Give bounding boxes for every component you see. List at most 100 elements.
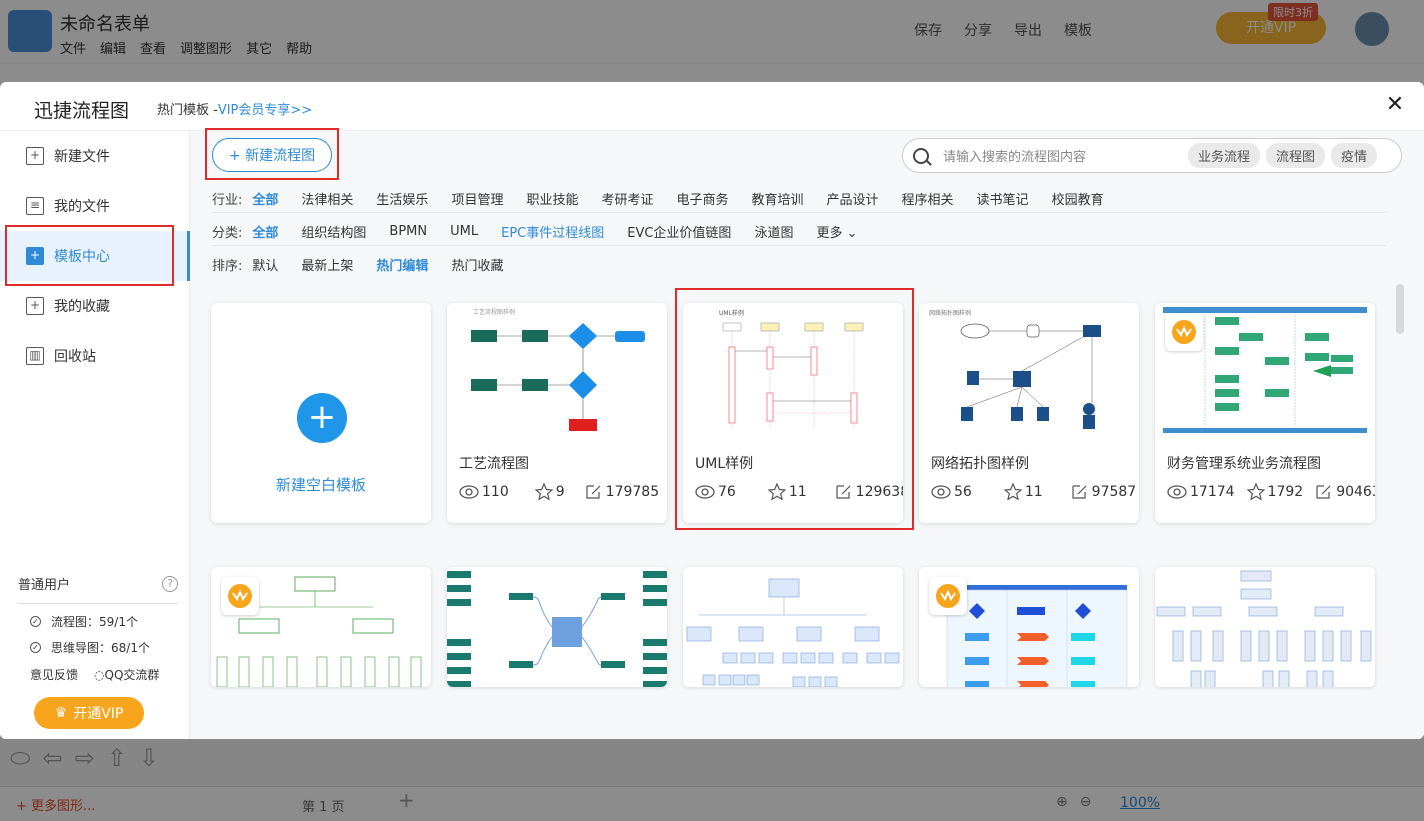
eye-icon <box>1167 484 1187 499</box>
help-icon[interactable]: ? <box>162 575 178 592</box>
qq-group-link[interactable]: ◌QQ交流群 <box>94 666 159 683</box>
crown-icon <box>1172 320 1196 344</box>
edits-stat: 90463 <box>1315 483 1375 500</box>
views-count: 17174 <box>1190 483 1235 500</box>
template-card[interactable] <box>919 567 1139 687</box>
template-thumbnail: 工艺流程图样例 <box>471 308 645 431</box>
filter-option[interactable]: 教育培训 <box>752 189 804 208</box>
plus-icon: + <box>297 393 347 443</box>
template-thumbnail <box>686 578 900 687</box>
template-card[interactable]: 网络拓扑图样例 网络拓扑图样例 56 11 97587 <box>919 303 1139 523</box>
vip-exclusive-link[interactable]: VIP会员专享>> <box>218 103 312 118</box>
sort-option[interactable]: 最新上架 <box>301 255 353 274</box>
filter-option[interactable]: 全部 <box>252 189 278 208</box>
new-flowchart-button[interactable]: + 新建流程图 <box>212 138 332 172</box>
stars-stat[interactable]: 11 <box>767 483 807 500</box>
search-input[interactable]: 请输入搜索的流程图内容 <box>943 146 1188 165</box>
thumb-title: 网络拓扑图样例 <box>929 309 971 317</box>
sidebar-item-new-file[interactable]: + 新建文件 <box>0 131 190 181</box>
close-icon[interactable]: ✕ <box>1383 92 1407 118</box>
template-card[interactable] <box>211 567 431 687</box>
search-tag[interactable]: 疫情 <box>1331 143 1378 168</box>
template-thumbnail <box>447 571 667 687</box>
stars-stat[interactable]: 11 <box>1003 483 1043 500</box>
filter-option[interactable]: 考研考证 <box>601 189 653 208</box>
modal-brand: 迅捷流程图 <box>34 100 130 122</box>
stars-count: 9 <box>555 483 565 500</box>
filter-option[interactable]: EVC企业价值链图 <box>627 222 731 241</box>
edit-icon <box>1316 485 1331 499</box>
filter-label: 分类: <box>212 226 243 241</box>
edits-count: 90463 <box>1336 483 1375 500</box>
sidebar-item-label: 我的收藏 <box>54 299 110 315</box>
template-card[interactable]: 财务管理系统业务流程图 17174 1792 90463 <box>1155 303 1375 523</box>
sidebar-item-my-files[interactable]: ≡ 我的文件 <box>0 181 190 231</box>
new-blank-template-card[interactable]: + 新建空白模板 <box>211 303 431 523</box>
filter-label: 行业: <box>212 193 243 208</box>
check-icon: ✓ <box>30 642 41 653</box>
crown-icon <box>228 584 252 608</box>
filter-option[interactable]: 生活娱乐 <box>376 189 428 208</box>
template-stats: 56 11 97587 <box>931 483 1139 500</box>
filter-option[interactable]: 全部 <box>252 222 278 241</box>
quota-mindmap-text: 思维导图：68/1个 <box>51 641 150 655</box>
filter-option[interactable]: 项目管理 <box>451 189 503 208</box>
sidebar-item-template-center[interactable]: + 模板中心 <box>0 231 190 281</box>
views-count: 110 <box>482 483 509 500</box>
template-card[interactable]: 工艺流程图样例 工艺流程图 110 9 179785 <box>447 303 667 523</box>
sort-option[interactable]: 热门收藏 <box>451 255 503 274</box>
template-card[interactable] <box>1155 567 1375 687</box>
my-files-icon: ≡ <box>26 197 44 215</box>
template-card[interactable] <box>683 567 903 687</box>
sidebar-vip-button[interactable]: ♛ 开通VIP <box>34 697 144 729</box>
edits-count: 129638 <box>855 483 903 500</box>
filter-option[interactable]: 组织结构图 <box>301 222 366 241</box>
filter-option[interactable]: 程序相关 <box>902 189 954 208</box>
filter-option[interactable]: 校园教育 <box>1052 189 1104 208</box>
edit-icon <box>1072 485 1087 499</box>
sidebar-item-favorites[interactable]: + 我的收藏 <box>0 281 190 331</box>
filter-option[interactable]: 读书笔记 <box>977 189 1029 208</box>
template-card[interactable]: UML样例 UML样例 76 11 129638 <box>683 303 903 523</box>
views-stat: 56 <box>931 484 972 500</box>
filter-option[interactable]: 泳道图 <box>754 222 793 241</box>
modal-header: 迅捷流程图 热门模板 -VIP会员专享>> ✕ <box>0 82 1424 131</box>
template-title: 财务管理系统业务流程图 <box>1167 456 1321 472</box>
template-main: + 新建流程图 请输入搜索的流程图内容 业务流程 流程图 疫情 行业: 全部 法… <box>190 131 1424 739</box>
vip-crown-badge <box>221 577 259 615</box>
filter-label: 排序: <box>212 259 243 274</box>
sort-option[interactable]: 热门编辑 <box>376 255 428 274</box>
quota-flowchart: ✓ 流程图：59/1个 <box>18 613 178 630</box>
filter-option[interactable]: 电子商务 <box>676 189 728 208</box>
stars-count: 1792 <box>1267 483 1304 500</box>
edit-icon <box>836 485 851 499</box>
stars-stat[interactable]: 9 <box>534 483 565 500</box>
feedback-link[interactable]: 意见反馈 <box>30 666 78 683</box>
new-blank-template-label: 新建空白模板 <box>275 476 366 494</box>
search-tag[interactable]: 业务流程 <box>1188 143 1261 168</box>
user-info: 普通用户 ? ✓ 流程图：59/1个 ✓ 思维导图：68/1个 意见反馈 ◌QQ… <box>18 574 178 683</box>
sort-option[interactable]: 默认 <box>252 255 278 274</box>
modal-subtitle: 热门模板 -VIP会员专享>> <box>157 99 312 118</box>
star-icon <box>1246 483 1265 500</box>
scrollbar[interactable] <box>1396 284 1404 334</box>
edits-stat: 129638 <box>835 483 903 500</box>
eye-icon <box>459 484 479 499</box>
filter-option[interactable]: BPMN <box>389 224 427 239</box>
stars-stat[interactable]: 1792 <box>1246 483 1304 500</box>
filter-option[interactable]: EPC事件过程线图 <box>501 222 604 241</box>
filter-option[interactable]: 职业技能 <box>526 189 578 208</box>
edits-stat: 179785 <box>585 483 659 500</box>
filter-option[interactable]: 产品设计 <box>827 189 879 208</box>
sidebar-item-trash[interactable]: ▥ 回收站 <box>0 331 190 381</box>
vip-crown-badge <box>929 577 967 615</box>
filter-option[interactable]: UML <box>450 224 478 239</box>
more-dropdown[interactable]: 更多 ⌄ <box>816 222 857 241</box>
search-tag[interactable]: 流程图 <box>1266 143 1326 168</box>
template-card[interactable] <box>447 567 667 687</box>
eye-icon <box>695 484 715 499</box>
filter-option[interactable]: 法律相关 <box>301 189 353 208</box>
edits-count: 97587 <box>1091 483 1137 500</box>
quota-mindmap: ✓ 思维导图：68/1个 <box>18 639 178 656</box>
template-stats: 17174 1792 90463 <box>1167 483 1375 500</box>
